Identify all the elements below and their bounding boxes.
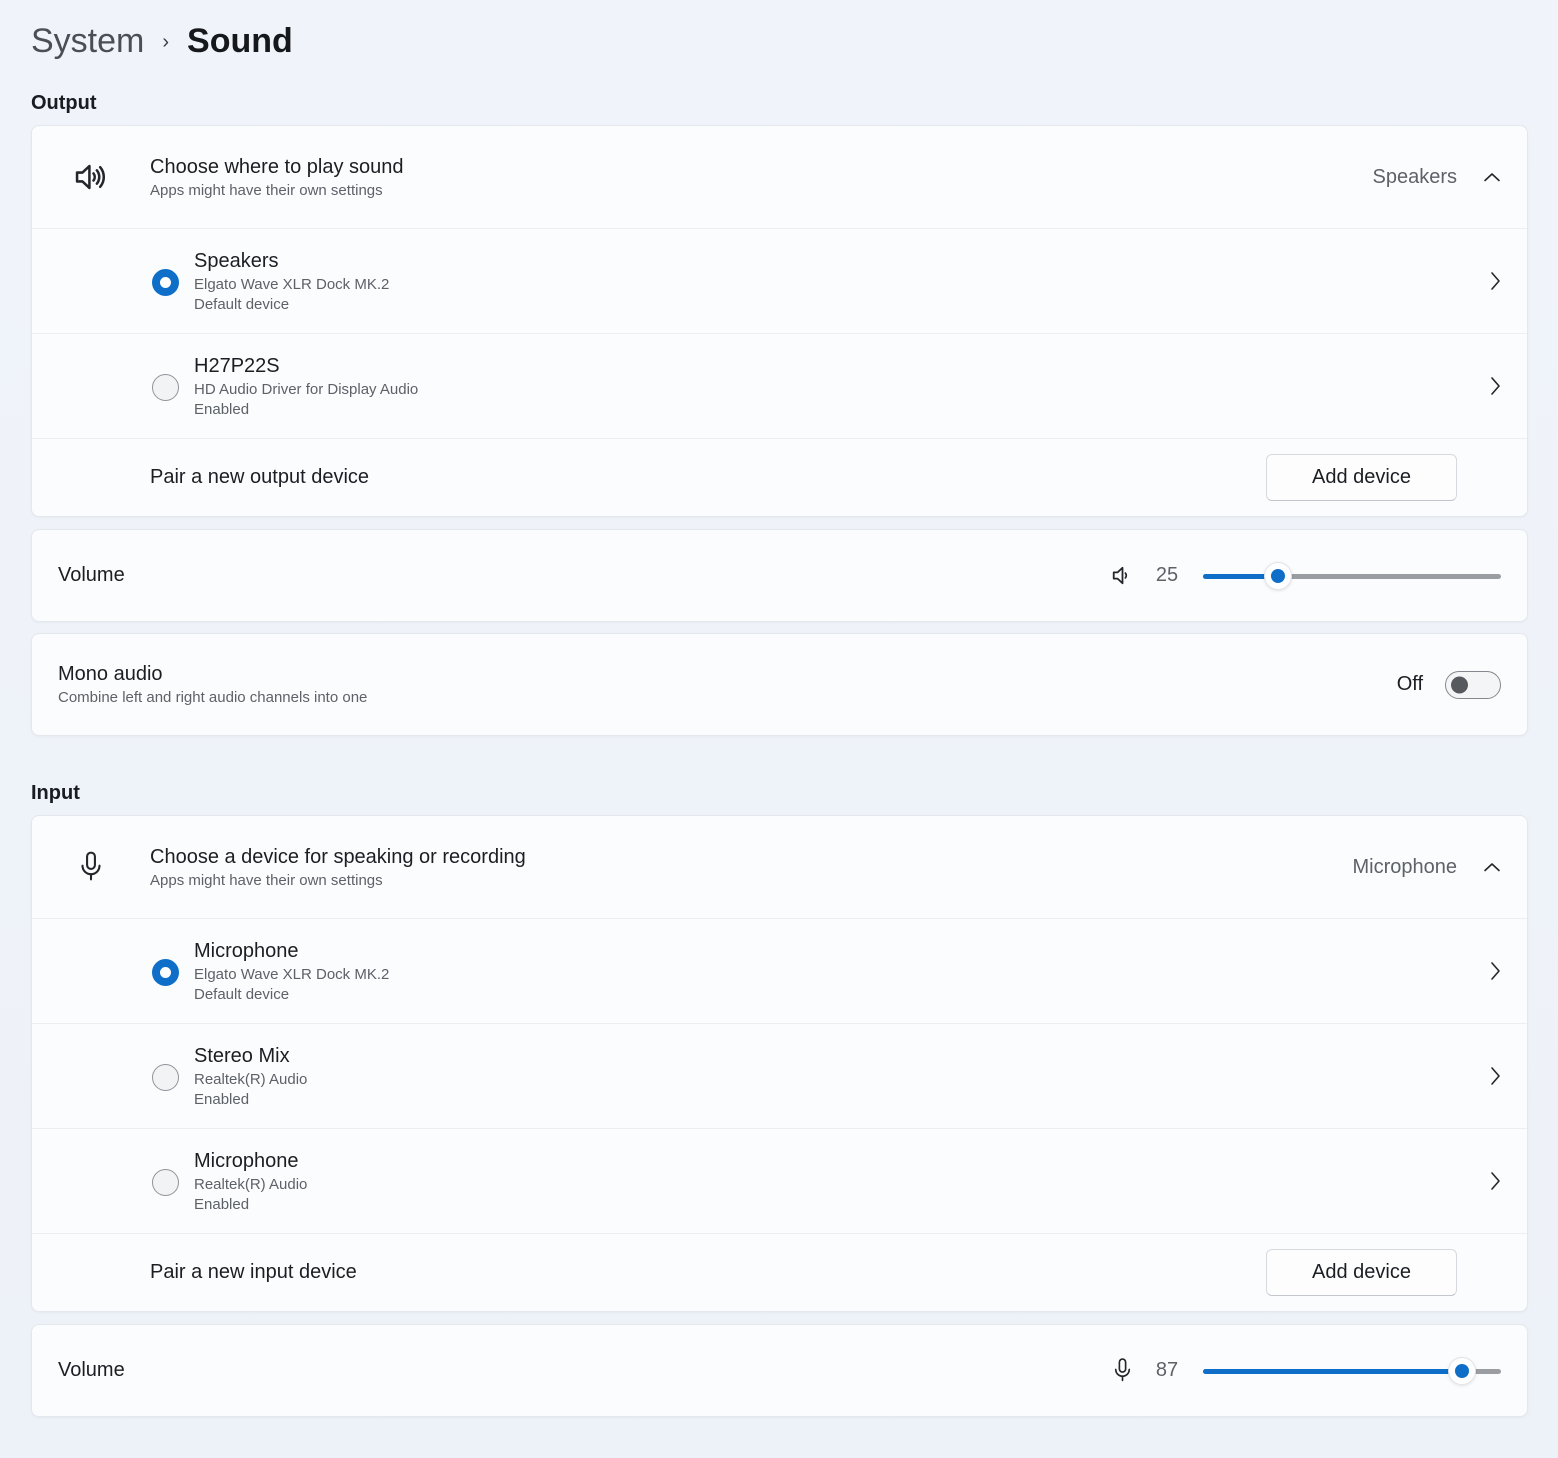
- output-expander-subtitle: Apps might have their own settings: [150, 182, 404, 199]
- chevron-right-icon[interactable]: [1490, 271, 1501, 291]
- microphone-icon[interactable]: [1099, 1357, 1145, 1384]
- speaker-waves-icon: [32, 158, 150, 196]
- input-device-row-stereo-mix[interactable]: Stereo Mix Realtek(R) Audio Enabled: [32, 1024, 1527, 1128]
- slider-thumb[interactable]: [1448, 1357, 1476, 1385]
- slider-fill: [1203, 1369, 1462, 1374]
- add-input-device-button[interactable]: Add device: [1266, 1249, 1457, 1296]
- output-expander-title: Choose where to play sound: [150, 156, 404, 179]
- radio-unselected[interactable]: [152, 1169, 179, 1196]
- sound-settings-page: System › Sound Output Choose where to pl…: [0, 0, 1558, 1417]
- input-section-label: Input: [31, 782, 1528, 805]
- breadcrumb-system[interactable]: System: [31, 22, 144, 61]
- chevron-up-icon[interactable]: [1483, 862, 1501, 873]
- output-section-label: Output: [31, 92, 1528, 115]
- device-name: Microphone: [194, 1150, 307, 1173]
- device-description: HD Audio Driver for Display Audio: [194, 381, 418, 398]
- input-expander-title: Choose a device for speaking or recordin…: [150, 846, 526, 869]
- radio-selected[interactable]: [152, 269, 179, 296]
- device-status: Default device: [194, 296, 389, 313]
- radio-unselected[interactable]: [152, 374, 179, 401]
- device-name: H27P22S: [194, 355, 418, 378]
- output-selected-device-value: Speakers: [1373, 166, 1458, 189]
- chevron-right-icon[interactable]: [1490, 1171, 1501, 1191]
- chevron-right-icon[interactable]: [1490, 1066, 1501, 1086]
- pair-output-label: Pair a new output device: [150, 466, 369, 489]
- device-status: Enabled: [194, 1091, 307, 1108]
- input-volume-slider[interactable]: [1203, 1357, 1501, 1385]
- input-device-row-microphone-elgato[interactable]: Microphone Elgato Wave XLR Dock MK.2 Def…: [32, 919, 1527, 1023]
- device-description: Elgato Wave XLR Dock MK.2: [194, 276, 389, 293]
- device-status: Enabled: [194, 401, 418, 418]
- breadcrumb: System › Sound: [31, 12, 1528, 70]
- input-device-expander: Choose a device for speaking or recordin…: [31, 815, 1528, 1312]
- output-volume-value: 25: [1145, 564, 1189, 587]
- output-device-expander: Choose where to play sound Apps might ha…: [31, 125, 1528, 517]
- device-description: Elgato Wave XLR Dock MK.2: [194, 966, 389, 983]
- device-name: Speakers: [194, 250, 389, 273]
- output-volume-card: Volume 25: [31, 529, 1528, 622]
- pair-output-device-row: Pair a new output device Add device: [32, 439, 1527, 516]
- add-output-device-button[interactable]: Add device: [1266, 454, 1457, 501]
- input-device-row-microphone-realtek[interactable]: Microphone Realtek(R) Audio Enabled: [32, 1129, 1527, 1233]
- page-title: Sound: [187, 22, 293, 61]
- microphone-icon: [32, 850, 150, 884]
- input-selected-device-value: Microphone: [1352, 856, 1457, 879]
- device-status: Default device: [194, 986, 389, 1003]
- device-description: Realtek(R) Audio: [194, 1071, 307, 1088]
- output-expander-header[interactable]: Choose where to play sound Apps might ha…: [32, 126, 1527, 228]
- chevron-right-icon[interactable]: [1490, 961, 1501, 981]
- breadcrumb-chevron-icon: ›: [162, 31, 169, 54]
- radio-selected[interactable]: [152, 959, 179, 986]
- chevron-right-icon[interactable]: [1490, 376, 1501, 396]
- output-device-row-speakers[interactable]: Speakers Elgato Wave XLR Dock MK.2 Defau…: [32, 229, 1527, 333]
- speaker-icon[interactable]: [1099, 562, 1145, 589]
- toggle-knob[interactable]: [1451, 676, 1468, 693]
- device-description: Realtek(R) Audio: [194, 1176, 307, 1193]
- output-volume-label: Volume: [58, 564, 125, 587]
- output-device-row-h27p22s[interactable]: H27P22S HD Audio Driver for Display Audi…: [32, 334, 1527, 438]
- input-volume-card: Volume 87: [31, 1324, 1528, 1417]
- input-expander-header[interactable]: Choose a device for speaking or recordin…: [32, 816, 1527, 918]
- mono-audio-toggle[interactable]: [1445, 671, 1501, 699]
- input-volume-value: 87: [1145, 1359, 1189, 1382]
- pair-input-label: Pair a new input device: [150, 1261, 357, 1284]
- input-volume-label: Volume: [58, 1359, 125, 1382]
- mono-audio-subtitle: Combine left and right audio channels in…: [58, 689, 367, 706]
- chevron-up-icon[interactable]: [1483, 172, 1501, 183]
- device-name: Microphone: [194, 940, 389, 963]
- input-expander-subtitle: Apps might have their own settings: [150, 872, 526, 889]
- mono-audio-title: Mono audio: [58, 663, 367, 686]
- device-name: Stereo Mix: [194, 1045, 307, 1068]
- radio-unselected[interactable]: [152, 1064, 179, 1091]
- mono-audio-state-label: Off: [1397, 673, 1423, 696]
- pair-input-device-row: Pair a new input device Add device: [32, 1234, 1527, 1311]
- output-volume-slider[interactable]: [1203, 562, 1501, 590]
- slider-thumb[interactable]: [1264, 562, 1292, 590]
- device-status: Enabled: [194, 1196, 307, 1213]
- mono-audio-card: Mono audio Combine left and right audio …: [31, 633, 1528, 736]
